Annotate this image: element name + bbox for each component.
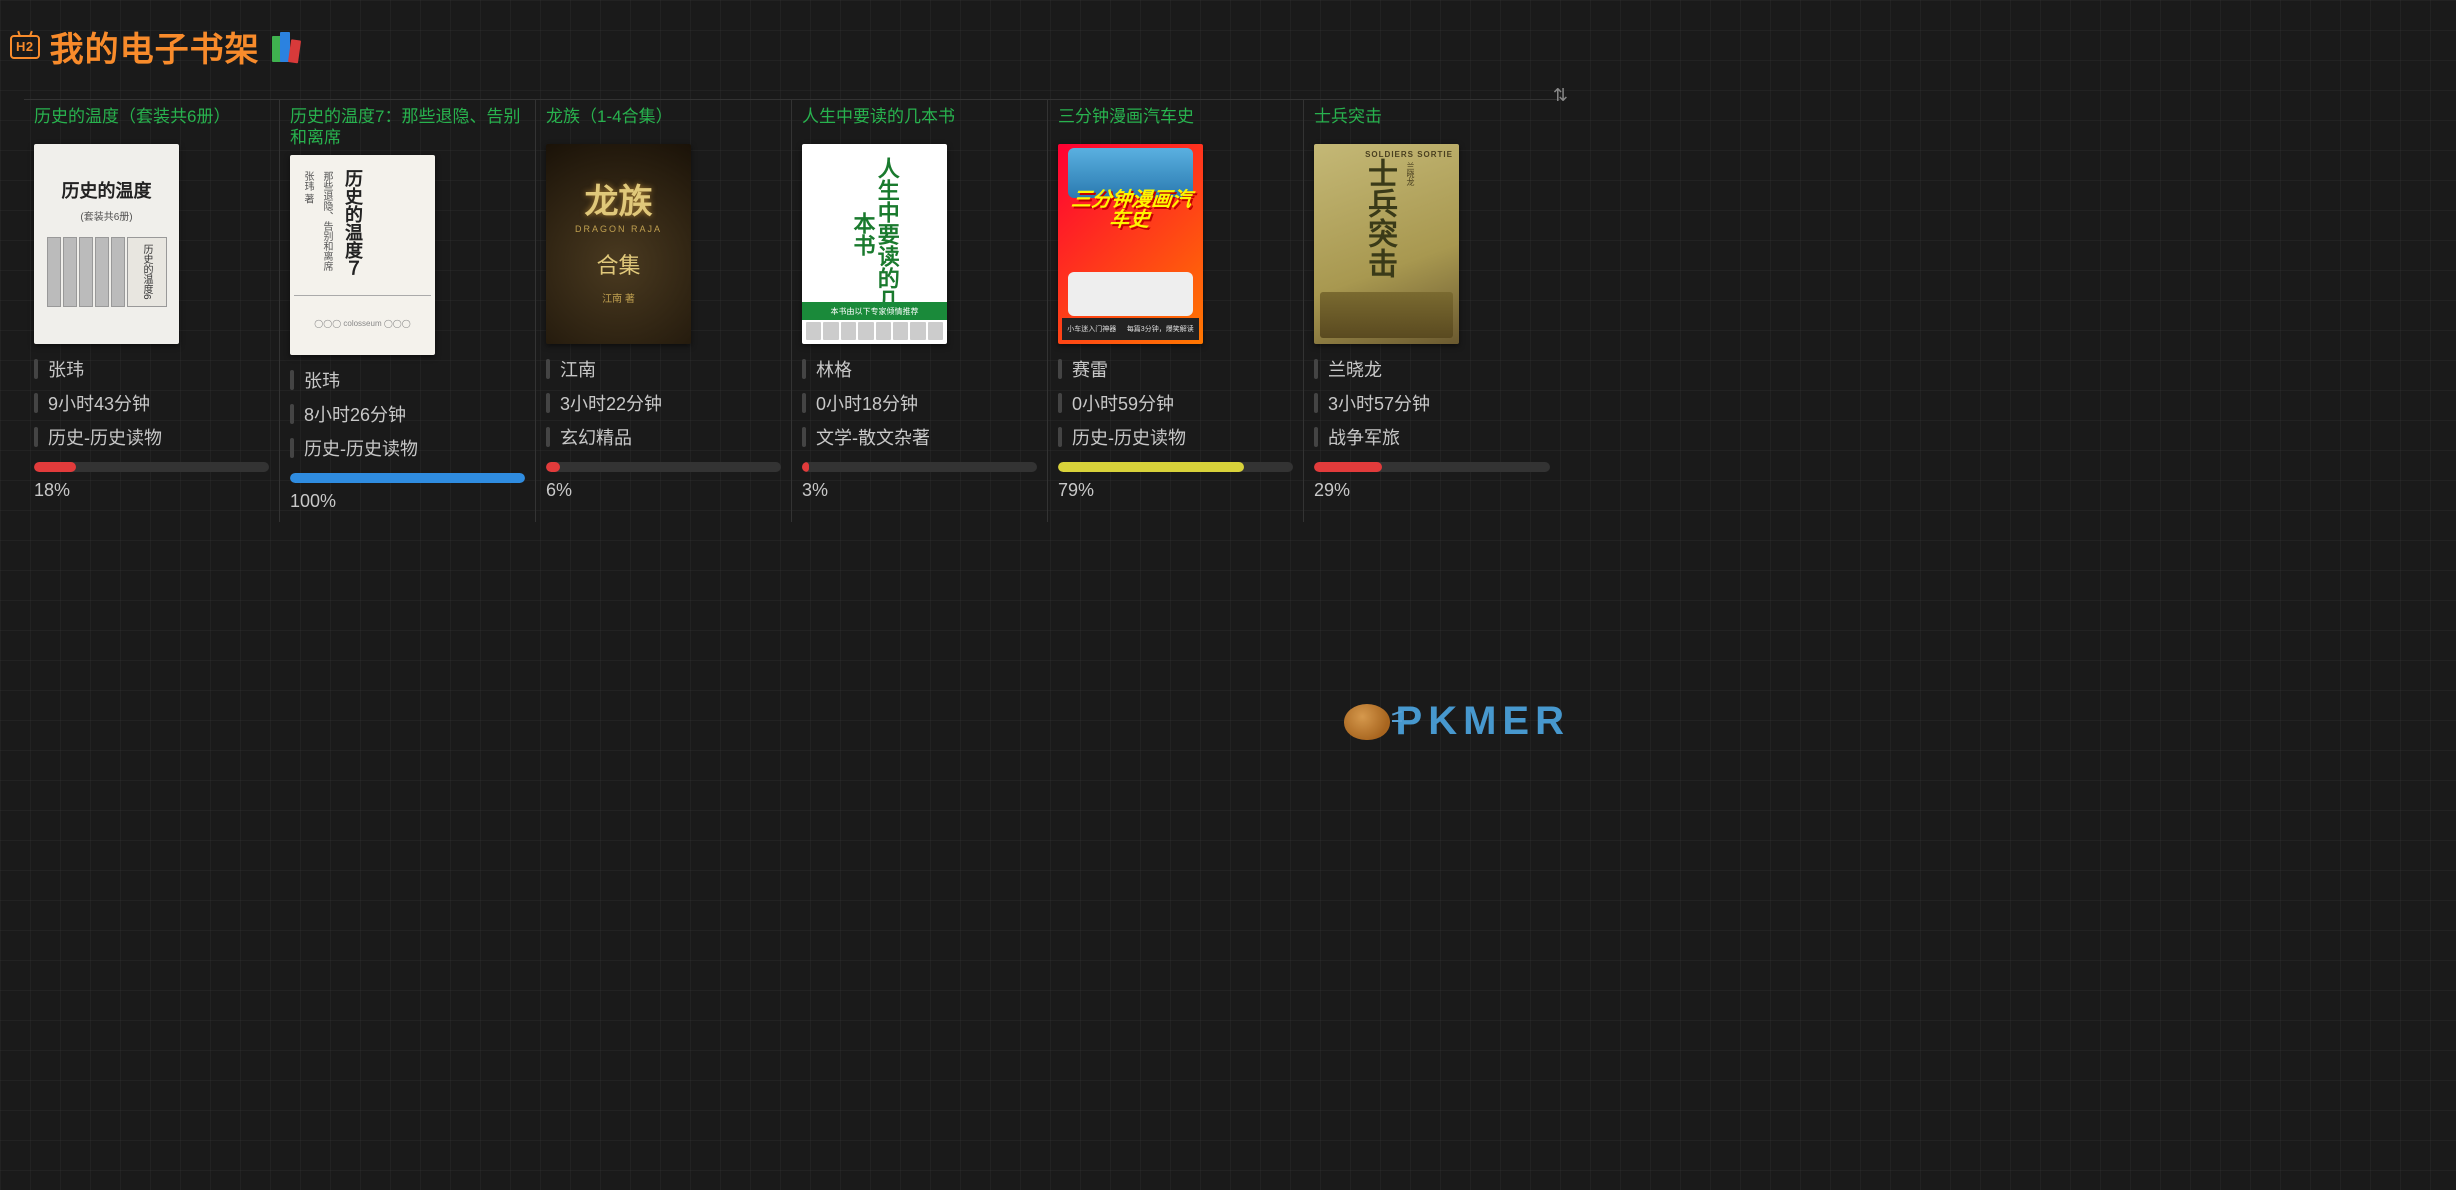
cover-title: 历史的温度 — [62, 181, 152, 202]
book-category: 历史-历史读物 — [290, 435, 525, 461]
book-cover[interactable]: SOLDIERS SORTIE 士兵突击 兰晓龙 — [1314, 144, 1459, 344]
book-card[interactable]: 龙族（1-4合集） 龙族 DRAGON RAJA 合集 江南 著 江南 3小时2… — [536, 99, 792, 522]
book-duration: 8小时26分钟 — [290, 401, 525, 427]
book-card[interactable]: 士兵突击 SOLDIERS SORTIE 士兵突击 兰晓龙 兰晓龙 3小时57分… — [1304, 99, 1560, 522]
progress-bar — [802, 462, 1037, 472]
book-category: 文学-散文杂著 — [802, 424, 1037, 450]
progress-percent: 3% — [802, 480, 1037, 501]
cover-title: 三分钟漫画汽车史 — [1062, 190, 1199, 230]
progress-bar — [546, 462, 781, 472]
book-cover[interactable]: 龙族 DRAGON RAJA 合集 江南 著 — [546, 144, 691, 344]
progress-percent: 100% — [290, 491, 525, 512]
book-title: 人生中要读的几本书 — [802, 100, 1037, 144]
book-title: 龙族（1-4合集） — [546, 100, 781, 144]
cover-title: 历史的温度７ — [336, 163, 370, 283]
book-author: 张玮 — [34, 356, 269, 382]
book-category: 战争军旅 — [1314, 424, 1550, 450]
progress-fill — [546, 462, 560, 472]
book-card[interactable]: 三分钟漫画汽车史 三分钟漫画汽车史 小车迷入门神器 每篇3分钟，爆笑解读 赛雷 … — [1048, 99, 1304, 522]
book-duration: 3小时57分钟 — [1314, 390, 1550, 416]
cover-tank-graphic — [1320, 292, 1453, 338]
cover-experts-graphic — [806, 322, 943, 340]
book-cover[interactable]: 三分钟漫画汽车史 小车迷入门神器 每篇3分钟，爆笑解读 — [1058, 144, 1203, 344]
cover-boxset-graphic: 历史的温度6 — [47, 237, 167, 307]
cover-title: 士兵突击 — [1355, 152, 1403, 284]
book-title: 历史的温度7：那些退隐、告别和离席 — [290, 100, 525, 155]
page-title: 我的电子书架 — [50, 22, 260, 71]
watermark-text: PKMER — [1396, 699, 1570, 744]
book-duration: 0小时18分钟 — [802, 390, 1037, 416]
sort-icon[interactable]: ⇅ — [1553, 85, 1568, 106]
progress-fill — [1058, 462, 1244, 472]
progress-percent: 79% — [1058, 480, 1293, 501]
book-category: 历史-历史读物 — [34, 424, 269, 450]
book-title: 历史的温度（套装共6册） — [34, 100, 269, 144]
progress-fill — [34, 462, 76, 472]
progress-percent: 29% — [1314, 480, 1550, 501]
cover-byline: 江南 著 — [602, 290, 635, 305]
book-card[interactable]: 人生中要读的几本书 人生中要读的几本书 本书由以下专家倾情推荐 林格 0小时18… — [792, 99, 1048, 522]
page-header: H2 我的电子书架 — [0, 0, 1590, 79]
cover-band: 小车迷入门神器 每篇3分钟，爆笑解读 — [1062, 318, 1199, 340]
book-category: 玄幻精品 — [546, 424, 781, 450]
cover-car-graphic — [1068, 272, 1193, 316]
book-title: 士兵突击 — [1314, 100, 1550, 144]
book-cover[interactable]: 历史的温度 (套装共6册) 历史的温度6 — [34, 144, 179, 344]
book-author: 张玮 — [290, 367, 525, 393]
book-category: 历史-历史读物 — [1058, 424, 1293, 450]
cover-title: 龙族 — [585, 183, 653, 222]
progress-fill — [1314, 462, 1382, 472]
book-title: 三分钟漫画汽车史 — [1058, 100, 1293, 144]
book-cover[interactable]: 人生中要读的几本书 本书由以下专家倾情推荐 — [802, 144, 947, 344]
cover-band: 本书由以下专家倾情推荐 — [802, 302, 947, 320]
book-shelf: 历史的温度（套装共6册） 历史的温度 (套装共6册) 历史的温度6 张玮 9小时… — [0, 79, 1590, 522]
cover-title: 人生中要读的几本书 — [850, 154, 898, 314]
book-author: 兰晓龙 — [1314, 356, 1550, 382]
cover-subtitle: (套装共6册) — [80, 208, 132, 223]
cover-subtitle-en: DRAGON RAJA — [575, 224, 662, 234]
heading-level-badge: H2 — [10, 35, 40, 59]
progress-fill — [802, 462, 809, 472]
progress-bar — [1314, 462, 1550, 472]
cover-byline: 张玮 著 — [298, 163, 317, 212]
bookshelf-icon — [272, 32, 300, 62]
watermark-icon — [1344, 704, 1390, 740]
cover-subtitle: 那些退隐、告别和离席 — [317, 163, 336, 279]
book-card[interactable]: 历史的温度7：那些退隐、告别和离席 张玮 著 那些退隐、告别和离席 历史的温度７… — [280, 99, 536, 522]
progress-bar — [1058, 462, 1293, 472]
book-author: 江南 — [546, 356, 781, 382]
book-author: 林格 — [802, 356, 1037, 382]
progress-bar — [290, 473, 525, 483]
watermark: PKMER — [1344, 699, 1570, 744]
book-duration: 0小时59分钟 — [1058, 390, 1293, 416]
cover-subtitle: 合集 — [596, 248, 640, 280]
book-card[interactable]: 历史的温度（套装共6册） 历史的温度 (套装共6册) 历史的温度6 张玮 9小时… — [24, 99, 280, 522]
book-duration: 3小时22分钟 — [546, 390, 781, 416]
cover-illustration: ◯◯◯ colosseum ◯◯◯ — [294, 295, 431, 351]
progress-bar — [34, 462, 269, 472]
progress-percent: 18% — [34, 480, 269, 501]
book-duration: 9小时43分钟 — [34, 390, 269, 416]
progress-percent: 6% — [546, 480, 781, 501]
progress-fill — [290, 473, 525, 483]
book-author: 赛雷 — [1058, 356, 1293, 382]
cover-subtitle-en: SOLDIERS SORTIE — [1365, 150, 1453, 159]
book-cover[interactable]: 张玮 著 那些退隐、告别和离席 历史的温度７ ◯◯◯ colosseum ◯◯◯ — [290, 155, 435, 355]
